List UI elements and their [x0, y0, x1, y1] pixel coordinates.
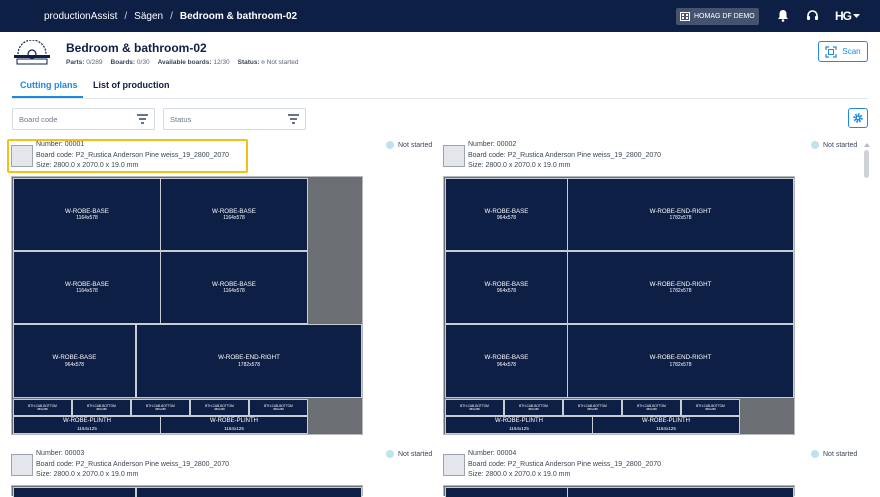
board-part[interactable]: W-ROBE-PLINTH 1164x125 — [445, 416, 593, 434]
filter-icon[interactable] — [288, 114, 299, 124]
status-dot — [811, 450, 819, 458]
bell-icon[interactable] — [777, 9, 789, 22]
plan-size: Size: 2800.0 x 2070.0 x 19.0 mm — [468, 162, 571, 170]
board-part[interactable]: BTH-CAB-BOTTOM 380x280 — [504, 399, 563, 416]
breadcrumb: productionAssist / Sägen / Bedroom & bat… — [44, 0, 297, 32]
building-icon — [680, 12, 690, 21]
board-part[interactable]: W-ROBE-BASE 1164x578 — [13, 178, 161, 251]
breadcrumb-separator: / — [124, 10, 128, 22]
board-part[interactable]: W-ROBE-BASE 964x578 — [445, 251, 568, 324]
board-part[interactable]: BTH-CAB-BOTTOM 380x280 — [622, 399, 681, 416]
saw-blade-icon — [14, 40, 50, 65]
headset-icon[interactable] — [806, 9, 819, 22]
parts-stat: Parts: 0/289 — [66, 59, 103, 66]
board-part[interactable]: W-ROBE-END-RIGHT 1782x578 — [567, 324, 794, 398]
homag-demo-button[interactable]: HOMAG DF DEMO — [676, 8, 759, 25]
board-part[interactable]: BTH-CAB-BOTTOM 380x280 — [563, 399, 622, 416]
gear-icon — [853, 113, 863, 123]
plan-size: Size: 2800.0 x 2070.0 x 19.0 mm — [36, 471, 139, 479]
cutting-plan-board-1[interactable]: W-ROBE-BASE 1164x578 W-ROBE-BASE 1164x578 … — [11, 176, 363, 435]
tab-bar: Cutting plans List of production — [12, 76, 868, 99]
cutting-plan-board-4[interactable] — [443, 485, 795, 497]
scan-icon — [825, 45, 837, 58]
breadcrumb-current: Bedroom & bathroom-02 — [179, 10, 298, 22]
status-dot — [260, 60, 265, 64]
board-part[interactable]: W-ROBE-BASE 1164x578 — [13, 251, 161, 324]
board-part[interactable]: W-ROBE-PLINTH 1164x125 — [160, 416, 308, 434]
board-part[interactable]: W-ROBE-BASE 964x578 — [13, 324, 136, 398]
selection-highlight — [7, 139, 248, 173]
cutting-plan-card-00004[interactable]: Number: 00004 Board code: P2_Rustica And… — [440, 449, 800, 483]
plan-board-code: Board code: P2_Rustica Anderson Pine wei… — [468, 151, 662, 159]
user-logo[interactable]: HG — [835, 9, 852, 23]
scrollbar-thumb[interactable] — [864, 150, 869, 178]
plan-status: Not started — [811, 141, 857, 149]
scan-button[interactable]: Scan — [818, 41, 868, 62]
board-part[interactable]: W-ROBE-END-RIGHT 1782x578 — [567, 178, 794, 251]
plan-board-code: Board code: P2_Rustica Anderson Pine wei… — [468, 460, 662, 468]
chevron-down-icon[interactable] — [853, 14, 860, 19]
board-part[interactable]: W-ROBE-BASE 964x578 — [445, 324, 568, 398]
tab-cutting-plans[interactable]: Cutting plans — [20, 80, 78, 90]
board-thumbnail — [11, 454, 33, 476]
cutting-plan-card-00003[interactable]: Number: 00003 Board code: P2_Rustica And… — [8, 449, 368, 483]
board-part[interactable]: W-ROBE-PLINTH 1164x125 — [592, 416, 740, 434]
plan-number: Number: 00003 — [36, 450, 85, 457]
board-code-filter[interactable]: Board code — [12, 108, 155, 130]
top-bar: productionAssist / Sägen / Bedroom & bat… — [0, 0, 880, 32]
status-filter[interactable]: Status — [163, 108, 306, 130]
page-title: Bedroom & bathroom-02 — [66, 41, 207, 55]
board-part[interactable]: BTH-CAB-BOTTOM 380x280 — [681, 399, 740, 416]
cutting-plan-card-00002[interactable]: Number: 00002 Board code: P2_Rustica And… — [440, 140, 800, 174]
plan-board-code: Board code: P2_Rustica Anderson Pine wei… — [36, 460, 230, 468]
board-part[interactable]: BTH-CAB-BOTTOM 380x280 — [131, 399, 190, 416]
cutting-plan-board-2[interactable]: W-ROBE-BASE 964x578 W-ROBE-END-RIGHT 1782x… — [443, 176, 795, 435]
breadcrumb-app[interactable]: productionAssist — [44, 11, 117, 22]
plan-status: Not started — [811, 450, 857, 458]
board-part[interactable]: W-ROBE-BASE 964x578 — [445, 178, 568, 251]
plan-size: Size: 2800.0 x 2070.0 x 19.0 mm — [468, 471, 571, 479]
filter-icon[interactable] — [137, 114, 148, 124]
board-part[interactable]: BTH-CAB-BOTTOM 380x280 — [190, 399, 249, 416]
settings-button[interactable] — [848, 108, 868, 128]
board-part[interactable]: W-ROBE-PLINTH 1164x125 — [13, 416, 161, 434]
breadcrumb-saegen[interactable]: Sägen — [134, 11, 163, 22]
available-boards-stat: Available boards: 12/30 — [157, 59, 230, 66]
plan-status: Not started — [386, 450, 432, 458]
scan-label: Scan — [842, 47, 861, 56]
board-thumbnail — [443, 454, 465, 476]
active-tab-indicator — [12, 96, 83, 98]
board-part[interactable]: W-ROBE-END-RIGHT 1782x578 — [136, 324, 362, 398]
plan-number: Number: 00002 — [468, 141, 517, 148]
breadcrumb-separator: / — [170, 10, 173, 22]
header-meta: Parts: 0/289 Boards: 0/30 Available boar… — [66, 59, 298, 66]
plan-number: Number: 00004 — [468, 450, 517, 457]
status-placeholder: Status — [170, 114, 192, 124]
scroll-up-icon[interactable] — [864, 142, 870, 147]
status-stat: Status: Not started — [237, 59, 299, 66]
board-part[interactable]: BTH-CAB-BOTTOM 380x280 — [249, 399, 308, 416]
board-part[interactable]: W-ROBE-END-RIGHT 1782x578 — [567, 251, 794, 324]
homag-demo-label: HOMAG DF DEMO — [694, 13, 755, 20]
board-part[interactable]: BTH-CAB-BOTTOM 380x280 — [445, 399, 504, 416]
cutting-plan-board-3[interactable] — [11, 485, 363, 497]
board-part[interactable]: W-ROBE-BASE 1164x578 — [160, 251, 308, 324]
board-part[interactable]: W-ROBE-BASE 1164x578 — [160, 178, 308, 251]
status-dot — [386, 141, 394, 149]
tab-list-of-production[interactable]: List of production — [93, 80, 170, 90]
status-dot — [386, 450, 394, 458]
board-part[interactable]: BTH-CAB-BOTTOM 380x280 — [72, 399, 131, 416]
plan-status: Not started — [386, 141, 432, 149]
board-code-placeholder: Board code — [19, 114, 58, 124]
board-thumbnail — [443, 145, 465, 167]
board-part[interactable]: BTH-CAB-BOTTOM 380x280 — [13, 399, 72, 416]
status-dot — [811, 141, 819, 149]
boards-stat: Boards: 0/30 — [110, 59, 150, 66]
